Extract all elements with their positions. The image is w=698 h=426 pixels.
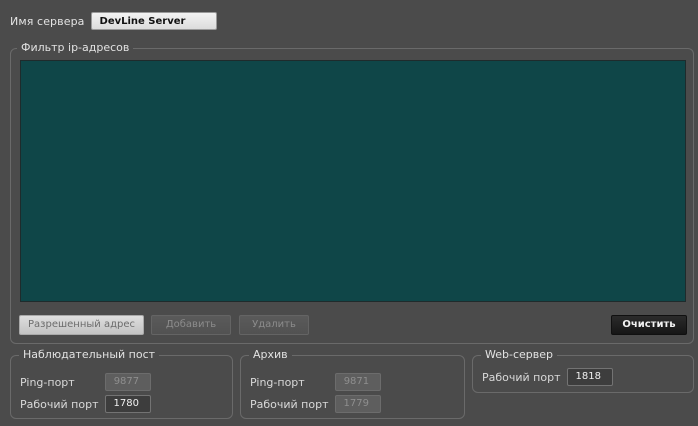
server-name-input[interactable]: DevLine Server <box>90 12 217 30</box>
web-server-group: Web-сервер Рабочий порт 1818 <box>472 348 694 393</box>
observation-post-group: Наблюдательный пост Ping-порт 9877 Рабоч… <box>10 348 233 419</box>
observation-work-row: Рабочий порт 1780 <box>20 395 151 413</box>
archive-work-row: Рабочий порт 1779 <box>250 395 381 413</box>
clear-button[interactable]: Очистить <box>611 315 687 335</box>
observation-post-legend: Наблюдательный пост <box>19 348 160 362</box>
server-name-row: Имя сервера DevLine Server <box>10 12 217 30</box>
archive-work-input[interactable]: 1779 <box>334 395 381 413</box>
observation-ping-row: Ping-порт 9877 <box>20 373 151 391</box>
archive-work-label: Рабочий порт <box>250 397 329 411</box>
observation-ping-label: Ping-порт <box>20 375 75 389</box>
server-name-label: Имя сервера <box>10 14 85 28</box>
web-work-input[interactable]: 1818 <box>566 368 613 386</box>
delete-button[interactable]: Удалить <box>239 315 309 335</box>
allowed-address-input[interactable]: Разрешенный адрес <box>19 315 144 335</box>
add-button[interactable]: Добавить <box>151 315 231 335</box>
archive-ping-label: Ping-порт <box>250 375 305 389</box>
observation-work-input[interactable]: 1780 <box>104 395 151 413</box>
observation-ping-input[interactable]: 9877 <box>104 373 151 391</box>
web-work-row: Рабочий порт 1818 <box>482 368 613 386</box>
archive-legend: Архив <box>249 348 292 362</box>
ip-address-list[interactable] <box>20 60 686 302</box>
ip-filter-group: Фильтр ip-адресов Разрешенный адрес Доба… <box>10 41 694 344</box>
archive-ping-input[interactable]: 9871 <box>334 373 381 391</box>
web-work-label: Рабочий порт <box>482 370 561 384</box>
web-server-legend: Web-сервер <box>481 348 557 362</box>
ip-filter-legend: Фильтр ip-адресов <box>17 41 134 55</box>
server-settings-panel: Имя сервера DevLine Server Фильтр ip-адр… <box>0 0 698 426</box>
archive-group: Архив Ping-порт 9871 Рабочий порт 1779 <box>240 348 465 419</box>
observation-work-label: Рабочий порт <box>20 397 99 411</box>
archive-ping-row: Ping-порт 9871 <box>250 373 381 391</box>
